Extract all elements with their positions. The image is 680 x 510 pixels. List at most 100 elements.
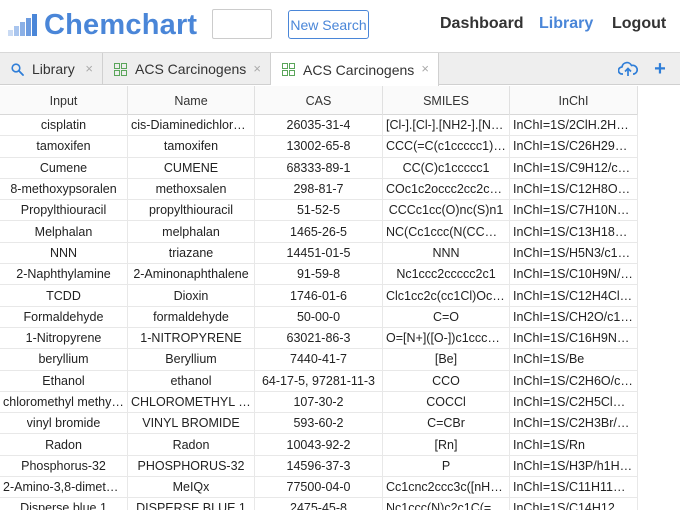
table-cell[interactable]: 26035-31-4 — [255, 115, 383, 136]
close-icon[interactable]: × — [253, 61, 261, 76]
table-cell[interactable]: InChI=1S/C16H9NO2/c18 — [510, 327, 638, 349]
table-cell[interactable]: Cumene — [0, 157, 128, 178]
table-cell[interactable]: Radon — [128, 434, 255, 455]
table-cell[interactable]: 2-Aminonaphthalene — [128, 264, 255, 285]
table-cell[interactable]: tamoxifen — [128, 136, 255, 157]
table-cell[interactable]: formaldehyde — [128, 306, 255, 327]
tab-library[interactable]: Library × — [0, 53, 103, 85]
table-cell[interactable]: Phosphorus-32 — [0, 455, 128, 477]
table-cell[interactable]: 63021-86-3 — [255, 327, 383, 349]
table-row[interactable]: Disperse blue 1 DISPERSE BLUE 1 2475-45-8 N… — [0, 498, 638, 510]
table-row[interactable]: 8-methoxypsoralen methoxsalen 298-81-7 COc1… — [0, 178, 638, 201]
chemchart-logo[interactable]: Chemchart — [8, 8, 197, 42]
table-row[interactable]: Phosphorus-32 PHOSPHORUS-32 14596-37-3 P InC… — [0, 455, 638, 478]
table-cell[interactable]: 51-52-5 — [255, 200, 383, 221]
table-cell[interactable]: Dioxin — [128, 285, 255, 306]
table-cell[interactable]: InChI=1S/C2H5ClO/c1-4-2 — [510, 391, 638, 413]
table-cell[interactable]: InChI=1S/C13H18Cl2N2O2 — [510, 221, 638, 242]
table-cell[interactable]: 10043-92-2 — [255, 434, 383, 455]
table-cell[interactable]: melphalan — [128, 221, 255, 242]
table-cell[interactable]: propylthiouracil — [128, 200, 255, 221]
table-cell[interactable]: InChI=1S/Rn — [510, 434, 638, 455]
table-cell[interactable]: methoxsalen — [128, 178, 255, 200]
table-cell[interactable]: 91-59-8 — [255, 264, 383, 285]
table-cell[interactable]: 64-17-5, 97281-11-3 — [255, 370, 383, 391]
table-cell[interactable]: 7440-41-7 — [255, 349, 383, 370]
table-cell[interactable]: InChI=1S/H5N3/c1-3-2 — [510, 242, 638, 264]
table-cell[interactable]: O=[N+]([O-])c1ccc2ccc3 — [383, 327, 510, 349]
table-cell[interactable]: COCCl — [383, 391, 510, 413]
tab-acs-carcinogens-1[interactable]: ACS Carcinogens × — [103, 53, 271, 85]
column-header-input[interactable]: Input — [0, 86, 128, 115]
table-cell[interactable]: [Cl-].[Cl-].[NH2-].[NH2-].[Pt+4] — [383, 115, 510, 136]
table-cell[interactable]: CC(C)c1ccccc1 — [383, 157, 510, 178]
table-cell[interactable]: 1746-01-6 — [255, 285, 383, 306]
table-cell[interactable]: InChI=1S/C12H4Cl4O2/c13 — [510, 285, 638, 306]
table-row[interactable]: cisplatin cis-Diaminedichloroplatinum 2603… — [0, 115, 638, 137]
table-cell[interactable]: 107-30-2 — [255, 391, 383, 413]
table-row[interactable]: Melphalan melphalan 1465-26-5 NC(Cc1ccc(N(C… — [0, 221, 638, 243]
table-row[interactable]: Cumene CUMENE 68333-89-1 CC(C)c1ccccc1 InChI… — [0, 157, 638, 179]
cloud-upload-icon[interactable] — [617, 59, 639, 79]
table-cell[interactable]: VINYL BROMIDE — [128, 413, 255, 434]
table-cell[interactable]: 77500-04-0 — [255, 477, 383, 498]
table-cell[interactable]: cis-Diaminedichloroplatinum — [128, 115, 255, 136]
table-cell[interactable]: Clc1cc2c(cc1Cl)Oc1cc(Cl) — [383, 285, 510, 306]
table-cell[interactable]: NNN — [0, 242, 128, 264]
table-cell[interactable]: Radon — [0, 434, 128, 455]
table-cell[interactable]: 2-Amino-3,8-dimethylimidazo — [0, 477, 128, 498]
table-cell[interactable]: InChI=1S/C12H8O4/c1- — [510, 178, 638, 200]
table-cell[interactable]: chloromethyl methyl ether — [0, 391, 128, 413]
table-cell[interactable]: CCCc1cc(O)nc(S)n1 — [383, 200, 510, 221]
table-row[interactable]: Propylthiouracil propylthiouracil 51-52-5 C… — [0, 200, 638, 222]
table-row[interactable]: chloromethyl methyl ether CHLOROMETHYL ME… — [0, 391, 638, 414]
table-row[interactable]: vinyl bromide VINYL BROMIDE 593-60-2 C=CBr I… — [0, 413, 638, 435]
table-cell[interactable]: Melphalan — [0, 221, 128, 242]
nav-logout-link[interactable]: Logout — [612, 15, 666, 33]
table-cell[interactable]: InChI=1S/Be — [510, 349, 638, 370]
table-cell[interactable]: P — [383, 455, 510, 477]
header-search-input[interactable] — [212, 9, 272, 39]
table-cell[interactable]: 298-81-7 — [255, 178, 383, 200]
table-cell[interactable]: 14451-01-5 — [255, 242, 383, 264]
table-row[interactable]: Radon Radon 10043-92-2 [Rn] InChI=1S/Rn — [0, 434, 638, 456]
table-cell[interactable]: 1-NITROPYRENE — [128, 327, 255, 349]
table-cell[interactable]: InChI=1S/C26H29NO/c1- — [510, 136, 638, 157]
table-cell[interactable]: InChI=1S/C2H6O/c1-2-3 — [510, 370, 638, 391]
table-cell[interactable]: Beryllium — [128, 349, 255, 370]
table-row[interactable]: Formaldehyde formaldehyde 50-00-0 C=O InChI=… — [0, 306, 638, 328]
table-cell[interactable]: InChI=1S/C11H11N5/c1-6 — [510, 477, 638, 498]
column-header-cas[interactable]: CAS — [255, 86, 383, 115]
table-cell[interactable]: CUMENE — [128, 157, 255, 178]
table-cell[interactable]: InChI=1S/C10H9N/c11-10 — [510, 264, 638, 285]
table-row[interactable]: TCDD Dioxin 1746-01-6 Clc1cc2c(cc1Cl)Oc1cc(… — [0, 285, 638, 307]
table-cell[interactable]: Ethanol — [0, 370, 128, 391]
table-cell[interactable]: vinyl bromide — [0, 413, 128, 434]
table-cell[interactable]: 8-methoxypsoralen — [0, 178, 128, 200]
table-cell[interactable]: Propylthiouracil — [0, 200, 128, 221]
table-cell[interactable]: 2475-45-8 — [255, 498, 383, 510]
close-icon[interactable]: × — [85, 61, 93, 76]
table-cell[interactable]: 68333-89-1 — [255, 157, 383, 178]
table-cell[interactable]: Nc1ccc2ccccc2c1 — [383, 264, 510, 285]
table-cell[interactable]: ethanol — [128, 370, 255, 391]
column-header-smiles[interactable]: SMILES — [383, 86, 510, 115]
table-row[interactable]: NNN triazane 14451-01-5 NNN InChI=1S/H5N3/c1… — [0, 242, 638, 265]
table-cell[interactable]: Disperse blue 1 — [0, 498, 128, 510]
table-row[interactable]: 2-Naphthylamine 2-Aminonaphthalene 91-59-8… — [0, 264, 638, 286]
table-cell[interactable]: Formaldehyde — [0, 306, 128, 327]
table-cell[interactable]: tamoxifen — [0, 136, 128, 157]
table-cell[interactable]: Nc1ccc(N)c2c1C(=O)c1c(N) — [383, 498, 510, 510]
table-row[interactable]: beryllium Beryllium 7440-41-7 [Be] InChI=1S/… — [0, 349, 638, 371]
table-cell[interactable]: CCC(=C(c1ccccc1)c1ccc — [383, 136, 510, 157]
table-cell[interactable]: InChI=1S/CH2O/c1-2/h1H2 — [510, 306, 638, 327]
table-cell[interactable]: C=CBr — [383, 413, 510, 434]
table-cell[interactable]: 593-60-2 — [255, 413, 383, 434]
nav-library-link[interactable]: Library — [539, 15, 593, 33]
table-cell[interactable]: 14596-37-3 — [255, 455, 383, 477]
table-cell[interactable]: 1-Nitropyrene — [0, 327, 128, 349]
table-row[interactable]: tamoxifen tamoxifen 13002-65-8 CCC(=C(c1ccc… — [0, 136, 638, 158]
new-search-button[interactable]: New Search — [288, 10, 369, 39]
table-row[interactable]: 2-Amino-3,8-dimethylimidazo MeIQx 77500-04… — [0, 477, 638, 499]
table-cell[interactable]: CCO — [383, 370, 510, 391]
